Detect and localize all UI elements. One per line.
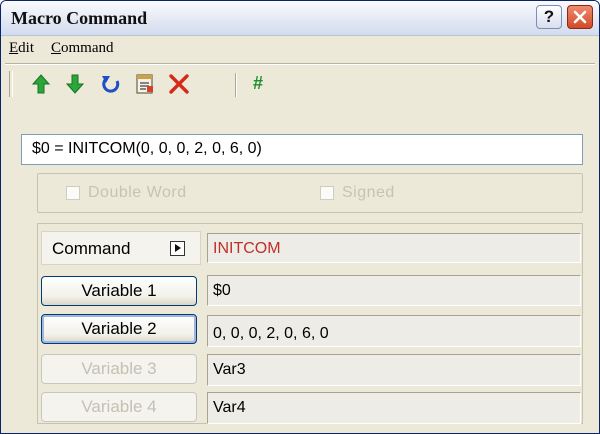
title-bar[interactable]: Macro Command ? [1, 1, 599, 36]
options-group: Double Word Signed [37, 173, 583, 213]
close-icon [573, 10, 587, 24]
variable-3-value: Var3 [213, 361, 246, 378]
menu-command-mnemonic: C [51, 40, 62, 56]
variable-1-value: $0 [213, 282, 231, 299]
menu-command[interactable]: Command [51, 40, 114, 57]
expression-field[interactable]: $0 = INITCOM(0, 0, 0, 2, 0, 6, 0) [21, 134, 583, 165]
variable-2-field[interactable]: 0, 0, 0, 2, 0, 6, 0 [207, 315, 581, 347]
properties-button[interactable] [133, 71, 157, 97]
move-down-icon [65, 74, 85, 94]
double-word-checkbox[interactable] [66, 186, 80, 200]
menu-edit[interactable]: Edit [9, 40, 34, 57]
expression-text: $0 = INITCOM(0, 0, 0, 2, 0, 6, 0) [32, 140, 262, 157]
toolbar-grip[interactable] [9, 71, 13, 97]
variable-1-button[interactable]: Variable 1 [41, 276, 197, 306]
undo-button[interactable] [99, 71, 123, 97]
signed-label: Signed [342, 184, 395, 201]
variable-3-button: Variable 3 [41, 354, 197, 384]
variable-4-button: Variable 4 [41, 392, 197, 422]
dropdown-arrow-icon[interactable] [170, 241, 185, 256]
macro-command-window: Macro Command ? Edit Command # $0 = INIT… [0, 0, 600, 434]
delete-icon [169, 74, 189, 94]
menu-edit-rest: dit [18, 40, 35, 56]
properties-icon [136, 74, 153, 94]
menu-edit-mnemonic: E [9, 40, 19, 56]
undo-icon [102, 76, 120, 93]
move-up-button[interactable] [29, 71, 53, 97]
command-button[interactable]: Command [41, 231, 201, 265]
variable-1-field[interactable]: $0 [207, 275, 581, 306]
hash-icon[interactable]: # [253, 73, 263, 94]
window-title: Macro Command [11, 8, 148, 28]
toolbar: # [1, 65, 599, 105]
variable-4-field[interactable]: Var4 [207, 392, 581, 424]
variable-3-field[interactable]: Var3 [207, 354, 581, 386]
variable-4-value: Var4 [213, 399, 246, 416]
signed-checkbox[interactable] [320, 186, 334, 200]
variable-2-value: 0, 0, 0, 2, 0, 6, 0 [213, 325, 329, 342]
move-down-button[interactable] [63, 71, 87, 97]
menu-command-rest: ommand [61, 40, 114, 56]
close-button[interactable] [567, 5, 593, 29]
double-word-label: Double Word [88, 184, 187, 201]
menu-bar: Edit Command [1, 36, 599, 62]
move-up-icon [31, 74, 51, 94]
command-value-field[interactable]: INITCOM [207, 233, 581, 263]
command-button-label: Command [52, 239, 131, 258]
command-value: INITCOM [213, 240, 281, 257]
variable-2-button[interactable]: Variable 2 [41, 314, 197, 344]
delete-button[interactable] [167, 71, 191, 97]
toolbar-separator [235, 73, 237, 97]
help-button[interactable]: ? [536, 5, 562, 29]
